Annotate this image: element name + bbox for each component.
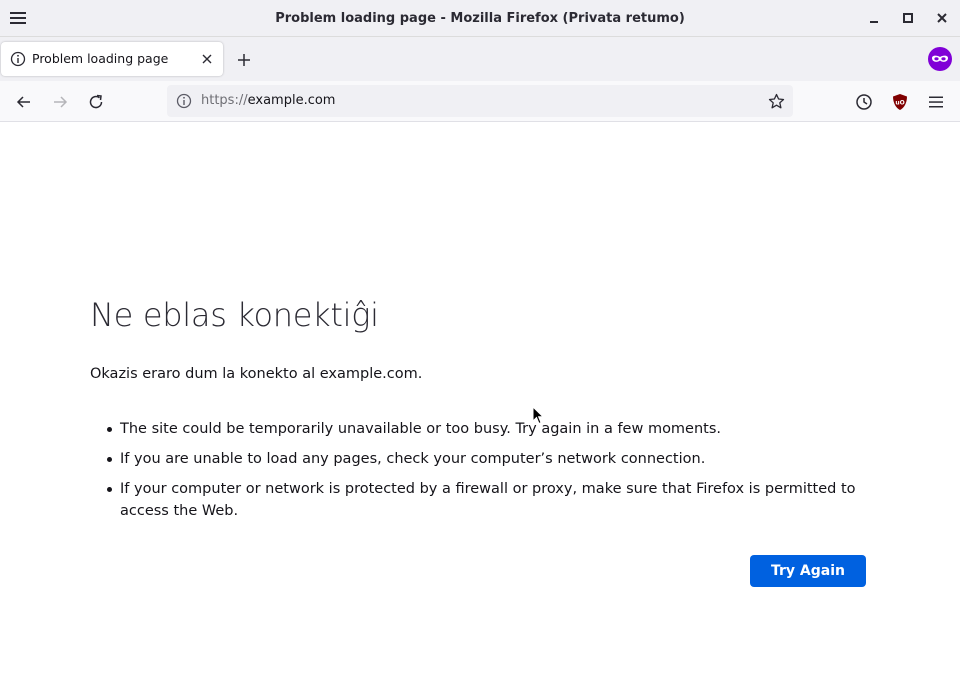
app-menu-icon[interactable]: [927, 93, 945, 111]
tab-label: Problem loading page: [32, 51, 169, 66]
navigation-toolbar: https://example.com uO: [0, 81, 960, 122]
error-description: Okazis eraro dum la konekto al example.c…: [90, 366, 423, 382]
suggestion-item: If your computer or network is protected…: [107, 478, 860, 522]
private-browsing-icon: [928, 47, 952, 71]
forward-icon[interactable]: [51, 93, 69, 111]
minimize-button[interactable]: [866, 10, 882, 26]
close-tab-icon[interactable]: [200, 52, 214, 66]
info-icon: [10, 51, 26, 67]
close-window-button[interactable]: [934, 10, 950, 26]
suggestion-item: If you are unable to load any pages, che…: [107, 448, 860, 470]
window-title: Problem loading page - Mozilla Firefox (…: [275, 11, 685, 26]
window-titlebar: Problem loading page - Mozilla Firefox (…: [0, 0, 960, 37]
new-tab-icon[interactable]: [235, 51, 253, 69]
reload-icon[interactable]: [87, 93, 105, 111]
error-title: Ne eblas konektiĝi: [90, 296, 379, 334]
mouse-cursor-icon: [532, 406, 544, 425]
error-suggestions: The site could be temporarily unavailabl…: [107, 418, 860, 530]
page-content: Ne eblas konektiĝi Okazis eraro dum la k…: [0, 122, 960, 688]
maximize-button[interactable]: [900, 10, 916, 26]
address-bar[interactable]: https://example.com: [167, 85, 793, 117]
try-again-button[interactable]: Try Again: [750, 555, 866, 587]
site-info-icon[interactable]: [176, 93, 192, 109]
tab-strip: Problem loading page: [0, 37, 960, 81]
bookmark-star-icon[interactable]: [768, 93, 785, 110]
suggestion-item: The site could be temporarily unavailabl…: [107, 418, 860, 440]
history-icon[interactable]: [855, 93, 873, 111]
url-host: example.com: [247, 93, 336, 108]
url-text[interactable]: https://example.com: [201, 85, 335, 117]
ublock-origin-icon[interactable]: uO: [891, 93, 909, 111]
tab-problem-loading[interactable]: Problem loading page: [1, 42, 223, 76]
svg-text:uO: uO: [895, 100, 904, 107]
back-icon[interactable]: [15, 93, 33, 111]
url-scheme: https://: [201, 93, 248, 108]
